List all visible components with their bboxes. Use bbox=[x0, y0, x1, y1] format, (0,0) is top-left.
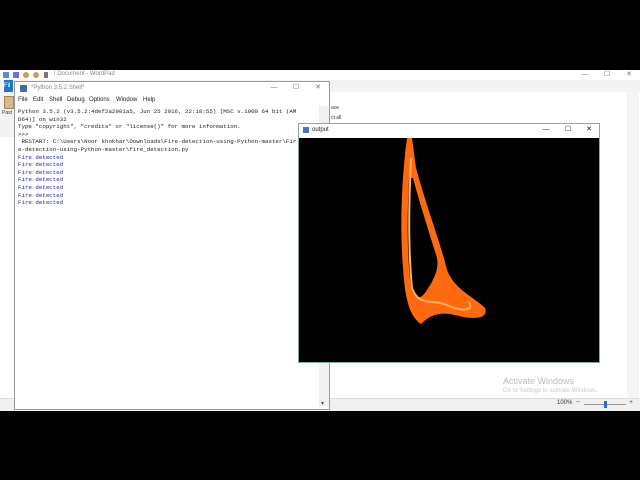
menu-edit[interactable]: Edit bbox=[33, 97, 43, 103]
zoom-slider-thumb[interactable] bbox=[604, 401, 607, 408]
app-icon bbox=[3, 72, 9, 78]
scroll-down-arrow-icon[interactable]: ▾ bbox=[321, 400, 327, 407]
wordpad-maximize-button[interactable]: ☐ bbox=[596, 70, 618, 80]
shell-menubar: File Edit Shell Debug Options Window Hel… bbox=[15, 96, 329, 106]
zoom-in-button[interactable]: + bbox=[629, 399, 633, 406]
output-title: output bbox=[312, 127, 329, 133]
output-line: Fire detected bbox=[18, 191, 64, 199]
shell-maximize-button[interactable]: ☐ bbox=[285, 83, 307, 93]
wordpad-scrollbar[interactable] bbox=[627, 92, 639, 398]
activate-windows-hint: Go to Settings to activate Windows. bbox=[503, 388, 598, 394]
python-shell-window: *Python 3.5.2 Shell* — ☐ ✕ File Edit She… bbox=[14, 81, 330, 410]
output-window: output — ☐ ✕ bbox=[298, 123, 600, 363]
wordpad-close-button[interactable]: ✕ bbox=[618, 70, 640, 80]
menu-debug[interactable]: Debug bbox=[67, 97, 85, 103]
window-icon bbox=[303, 127, 309, 133]
paste-label[interactable]: Past bbox=[2, 110, 12, 116]
select-all-label[interactable]: ct all bbox=[331, 115, 341, 121]
replace-label[interactable]: ace bbox=[331, 105, 339, 111]
fire-region-image bbox=[401, 138, 486, 324]
output-line: Fire detected bbox=[18, 153, 64, 161]
wordpad-titlebar: | Document - WordPad — ☐ ✕ bbox=[0, 70, 640, 80]
wordpad-minimize-button[interactable]: — bbox=[574, 70, 596, 80]
output-close-button[interactable]: ✕ bbox=[578, 125, 600, 135]
output-line: Fire detected bbox=[18, 183, 64, 191]
output-minimize-button[interactable]: — bbox=[535, 125, 557, 135]
python-shell-titlebar[interactable]: *Python 3.5.2 Shell* — ☐ ✕ bbox=[15, 82, 329, 95]
customize-quick-access-icon[interactable] bbox=[44, 72, 48, 78]
python-icon bbox=[20, 85, 27, 92]
menu-window[interactable]: Window bbox=[116, 97, 137, 103]
zoom-out-button[interactable]: − bbox=[576, 399, 580, 406]
banner-line: Python 3.5.2 (v3.5.2:4def2a2901a5, Jun 2… bbox=[18, 108, 297, 115]
redo-icon[interactable] bbox=[33, 72, 39, 78]
output-titlebar[interactable]: output — ☐ ✕ bbox=[299, 124, 599, 137]
output-video-frame bbox=[299, 138, 599, 362]
output-line: Fire detected bbox=[18, 199, 64, 207]
undo-icon[interactable] bbox=[23, 72, 29, 78]
output-line: Fire detected bbox=[18, 168, 64, 176]
output-line: Fire detected bbox=[18, 176, 64, 184]
python-shell-title: *Python 3.5.2 Shell* bbox=[31, 85, 85, 91]
shell-close-button[interactable]: ✕ bbox=[307, 83, 329, 93]
restart-line: e-detection-using-Python-master\fire_det… bbox=[18, 145, 189, 153]
output-maximize-button[interactable]: ☐ bbox=[557, 125, 579, 135]
activate-windows-watermark: Activate Windows bbox=[503, 376, 575, 386]
file-tab[interactable]: Fil bbox=[4, 80, 13, 92]
save-icon[interactable] bbox=[13, 72, 19, 78]
menu-shell[interactable]: Shell bbox=[49, 97, 62, 103]
banner-line: Type "copyright", "credits" or "license(… bbox=[18, 123, 241, 131]
paste-icon[interactable] bbox=[4, 96, 14, 109]
shell-text-area[interactable]: Python 3.5.2 (v3.5.2:4def2a2901a5, Jun 2… bbox=[18, 108, 308, 398]
wordpad-title: | Document - WordPad bbox=[54, 71, 115, 77]
shell-minimize-button[interactable]: — bbox=[263, 83, 285, 93]
output-line: Fire detected bbox=[18, 161, 64, 169]
menu-help[interactable]: Help bbox=[143, 97, 155, 103]
menu-options[interactable]: Options bbox=[89, 97, 110, 103]
menu-file[interactable]: File bbox=[18, 97, 28, 103]
shell-prompt: >>> bbox=[18, 130, 32, 138]
zoom-level: 100% bbox=[557, 400, 573, 406]
banner-line: D64)] on win32 bbox=[18, 115, 67, 123]
restart-line: RESTART: C:\Users\Noor khokhar\Downloads… bbox=[18, 138, 297, 146]
